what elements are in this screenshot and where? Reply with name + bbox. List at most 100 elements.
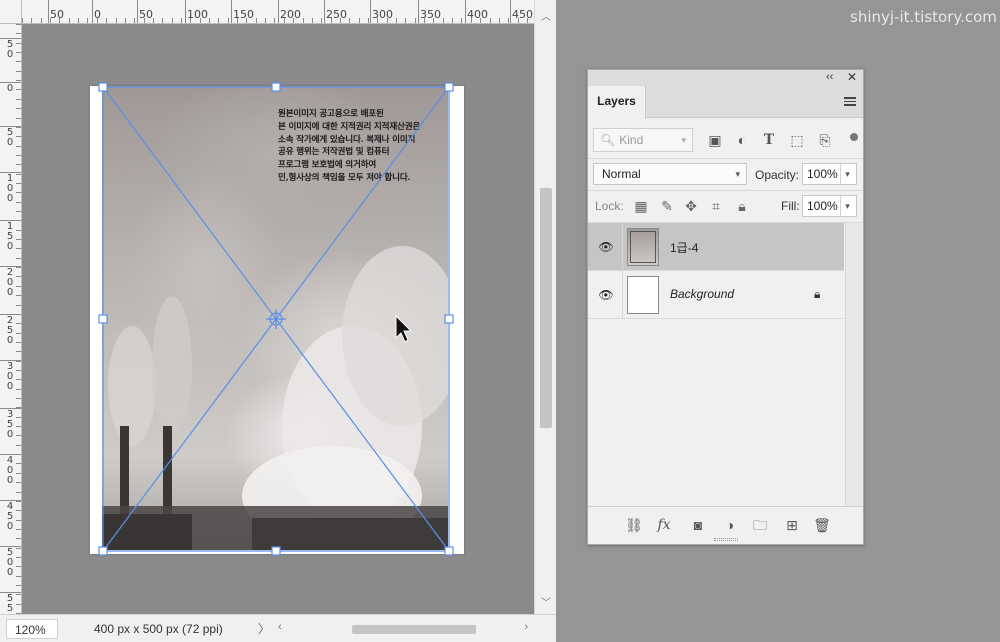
ruler-label: 50 [50,8,64,21]
lock-image-pixels-icon[interactable]: ✎ [658,197,676,215]
lock-artboard-icon[interactable]: ⌗ [707,197,725,215]
layer-list-scrollbar[interactable] [845,223,863,507]
filter-toggle-icon[interactable] [850,133,858,141]
panel-title-bar[interactable]: ‹‹ ✕ [588,70,863,86]
ruler-minor-tick [16,126,21,128]
lock-all-icon[interactable]: 🔒︎ [733,197,751,215]
info-menu-arrow-icon[interactable]: 〉 [258,619,270,639]
ruler-minor-tick [16,182,21,184]
transform-handle-bottom [271,546,281,556]
scroll-down-icon[interactable]: ﹀ [539,594,553,609]
ruler-minor-tick [442,18,444,23]
chevron-down-icon[interactable]: ▾ [840,164,854,184]
link-icon[interactable]: ⛓︎ [624,516,644,534]
adjustment-icon[interactable]: ◑ [720,516,740,534]
trash-icon[interactable]: 🗑︎ [812,516,832,534]
transform-handle-top-left [98,82,108,92]
ruler-minor-tick [16,52,21,54]
layer-name[interactable]: Background [670,287,734,301]
ruler-minor-tick [16,248,21,250]
ruler-minor-tick [171,18,173,23]
watermark-text: shinyj-it.tistory.com [850,8,997,26]
panel-tab-row: Layers [588,86,863,119]
pixel-layer-filter-icon[interactable]: ▣ [706,132,724,148]
ruler-label: 5 5 0 [6,593,14,615]
ruler-minor-tick [433,18,435,23]
fill-field[interactable]: 100% ▾ [802,195,857,217]
transform-handle-top-right [444,82,454,92]
lock-position-icon[interactable]: ✥ [682,197,700,215]
layer-name[interactable]: 1급-4 [670,239,698,256]
fx-icon[interactable]: fx [654,516,674,534]
horizontal-scroll-thumb[interactable] [352,625,476,634]
ruler-minor-tick [480,18,482,23]
opacity-label: Opacity: [755,168,800,182]
ruler-minor-tick [283,18,285,23]
ruler-major-tick [48,0,49,23]
horizontal-scrollbar[interactable]: ‹ › [272,619,534,639]
ruler-minor-tick [405,18,407,23]
shape-layer-filter-icon[interactable]: ⬚ [788,132,806,148]
vertical-scrollbar[interactable]: ︿ ﹀ [534,0,556,614]
ruler-label: 250 [326,8,347,21]
panel-resize-grip[interactable] [714,538,738,541]
vertical-scroll-thumb[interactable] [540,188,552,428]
collapse-panel-icon[interactable]: ‹‹ [826,71,833,83]
type-layer-filter-icon[interactable]: T [760,132,778,148]
chevron-down-icon[interactable]: ▾ [840,196,854,216]
ruler-minor-tick [16,42,21,44]
folder-icon[interactable]: 🗀︎ [750,516,770,534]
ruler-label: 5 0 [6,127,14,148]
ruler-minor-tick [22,18,23,23]
ruler-minor-tick [106,18,108,23]
vertical-ruler[interactable]: 5 0 0 5 0 1 0 0 1 5 0 2 0 0 2 5 0 3 0 0 3 5 0 4 0… [0,24,22,614]
ruler-label: 1 5 0 [6,221,14,252]
transform-handle-left [98,314,108,324]
ruler-minor-tick [16,220,21,222]
free-transform-overlay[interactable] [22,24,534,614]
scroll-up-icon[interactable]: ︿ [539,8,553,23]
ruler-major-tick [92,0,93,23]
ruler-minor-tick [218,18,220,23]
horizontal-ruler[interactable]: 50 0 50 100 150 200 250 300 350 400 450 [22,0,534,24]
layer-filter-row: 🔍︎ Kind ▾ ▣ ◐ T ⬚ ⎘ [588,122,863,158]
mask-icon[interactable]: ◙ [688,516,708,534]
blend-mode-dropdown[interactable]: Normal ▾ [593,163,747,185]
ruler-major-tick [465,0,466,23]
panel-menu-icon[interactable] [844,97,856,108]
ruler-minor-tick [452,18,454,23]
filter-kind-dropdown[interactable]: 🔍︎ Kind ▾ [593,128,693,152]
layer-row-background[interactable]: 👁︎ Background 🔒︎ [588,271,844,319]
document-window: 50 0 50 100 150 200 250 300 350 400 450 5 005 01 0… [0,0,556,642]
lock-transparent-pixels-icon[interactable]: ▦ [632,197,650,215]
ruler-minor-tick [16,426,21,428]
scroll-left-icon[interactable]: ‹ [278,621,282,633]
layer-row-1[interactable]: 👁︎ 1급-4 [588,223,844,271]
smart-object-filter-icon[interactable]: ⎘ [816,132,834,148]
visibility-eye-icon[interactable]: 👁︎ [598,288,614,302]
ruler-minor-tick [16,80,21,82]
ruler-minor-tick [16,603,21,605]
ruler-minor-tick [414,18,416,23]
ruler-minor-tick [16,491,21,493]
visibility-eye-icon[interactable]: 👁︎ [598,240,614,254]
tab-layers[interactable]: Layers [588,86,646,119]
mouse-cursor-icon [395,314,413,343]
zoom-level-field[interactable]: 120% [6,619,58,639]
ruler-minor-tick [16,435,21,437]
canvas-area[interactable]: 원본이미지 공고용으로 배포된 본 이미지에 대한 지적권리 지적재산권은 소속… [22,24,534,614]
ruler-minor-tick [68,18,70,23]
layers-footer: ⛓︎ fx ◙ ◑ 🗀︎ ⊞ 🗑︎ [588,506,863,544]
document-info: 400 px x 500 px (72 ppi) [94,622,223,636]
scroll-right-icon[interactable]: › [524,621,528,633]
transform-handle-right [444,314,454,324]
ruler-minor-tick [96,18,98,23]
close-panel-icon[interactable]: ✕ [847,70,857,84]
adjustment-layer-filter-icon[interactable]: ◐ [733,132,751,148]
layer-lock-icon[interactable]: 🔒︎ [814,287,820,302]
ruler-minor-tick [302,18,304,23]
ruler-minor-tick [396,18,397,23]
opacity-field[interactable]: 100% ▾ [802,163,857,185]
ruler-minor-tick [461,18,463,23]
new-layer-icon[interactable]: ⊞ [782,516,802,534]
